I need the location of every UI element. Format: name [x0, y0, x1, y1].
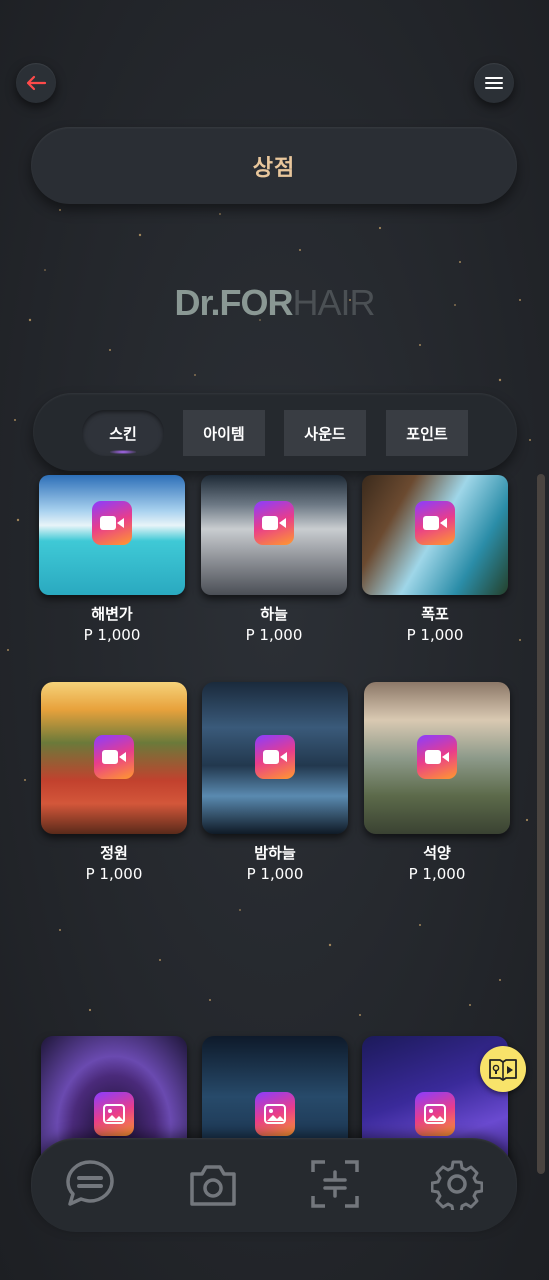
product-price: P 1,000 [85, 865, 143, 883]
product-card-garden[interactable]: 정원 P 1,000 [41, 682, 187, 883]
product-thumbnail [201, 475, 347, 595]
product-thumbnail [202, 682, 348, 834]
product-name: 석양 [423, 844, 451, 862]
product-thumbnail [41, 682, 187, 834]
product-grid: 해변가 P 1,000 하늘 P 1,000 폭포 P 1,000 정원 P 1… [0, 0, 549, 1280]
image-icon [255, 1092, 295, 1136]
product-price: P 1,000 [406, 626, 464, 644]
product-card-sky[interactable]: 하늘 P 1,000 [201, 475, 347, 644]
product-card-night-sky[interactable]: 밤하늘 P 1,000 [202, 682, 348, 883]
product-name: 밤하늘 [254, 844, 296, 862]
product-card-waterfall[interactable]: 폭포 P 1,000 [362, 475, 508, 644]
camera-icon [190, 1165, 236, 1206]
guide-button[interactable] [480, 1046, 526, 1092]
image-icon [415, 1092, 455, 1136]
video-icon [255, 735, 295, 779]
product-name: 해변가 [91, 605, 133, 623]
product-price: P 1,000 [408, 865, 466, 883]
image-icon [94, 1092, 134, 1136]
product-price: P 1,000 [245, 626, 303, 644]
product-name: 폭포 [421, 605, 449, 623]
video-icon [92, 501, 132, 545]
product-card-beach[interactable]: 해변가 P 1,000 [39, 475, 185, 644]
video-icon [417, 735, 457, 779]
product-name: 하늘 [260, 605, 288, 623]
nav-chat-button[interactable] [60, 1154, 120, 1214]
guide-book-icon [489, 1059, 517, 1081]
nav-settings-button[interactable] [427, 1154, 487, 1214]
nav-camera-button[interactable] [183, 1154, 243, 1214]
video-icon [254, 501, 294, 545]
bottom-navigation [31, 1138, 517, 1232]
gear-icon [431, 1160, 483, 1210]
product-thumbnail [364, 682, 510, 834]
product-price: P 1,000 [246, 865, 304, 883]
nav-scan-button[interactable] [305, 1154, 365, 1214]
product-price: P 1,000 [83, 626, 141, 644]
product-thumbnail [39, 475, 185, 595]
video-icon [94, 735, 134, 779]
product-name: 정원 [100, 844, 128, 862]
scan-icon [311, 1160, 359, 1208]
product-card-sunset[interactable]: 석양 P 1,000 [364, 682, 510, 883]
video-icon [415, 501, 455, 545]
product-thumbnail [362, 475, 508, 595]
scrollbar[interactable] [537, 474, 545, 1174]
chat-bubble-icon [66, 1160, 114, 1206]
